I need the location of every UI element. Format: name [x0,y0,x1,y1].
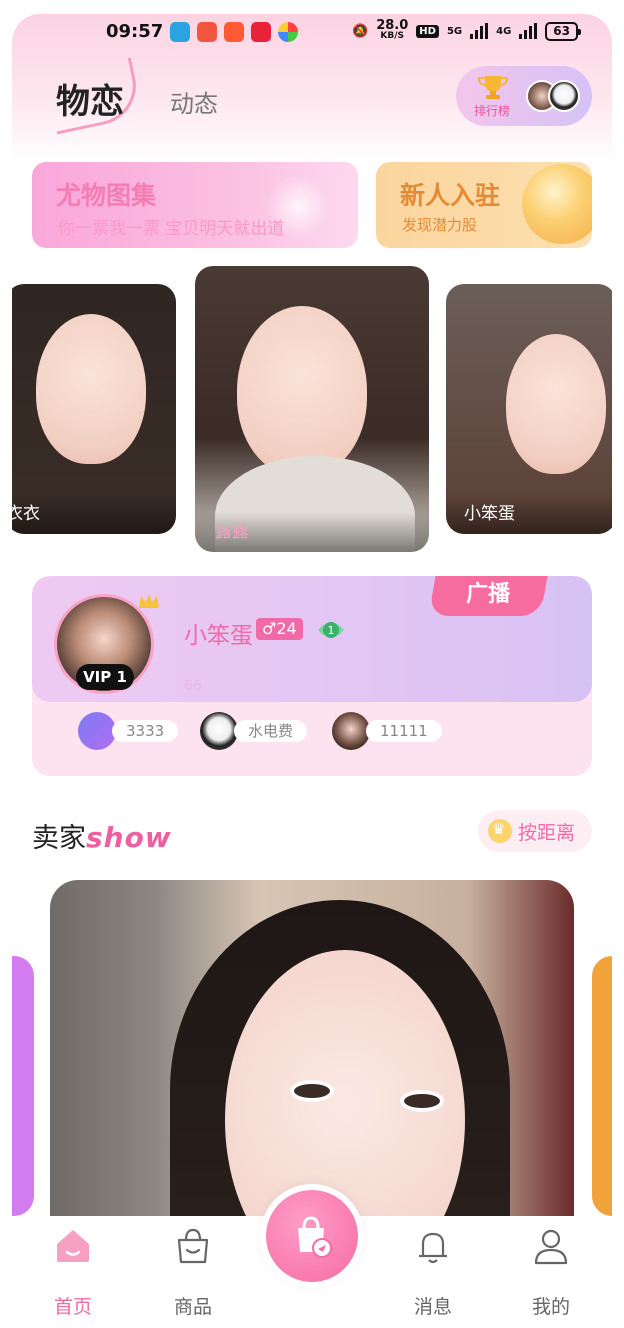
speed-value: 28.0 [376,18,409,33]
banner-subtitle: 你一票我一票 宝贝明天就出道 [58,219,285,239]
carousel-card-active[interactable]: 露露 [195,266,429,552]
gift-chip[interactable]: 水电费 [200,712,308,750]
nav-mine-label: 我的 [531,1296,570,1318]
section-title: 卖家show [32,816,172,855]
app-screen: 09:57 🔕 28.0 KB/S HD 5G 4G 63 物恋 动态 排行榜 … [12,14,612,1328]
crown-badge-icon [488,819,512,843]
publish-button-fill [266,1190,358,1282]
portrait-face [506,334,606,474]
home-icon [57,1230,89,1262]
avatar-panda [548,80,580,112]
gift-chip-label: 3333 [112,720,179,742]
svg-text:1: 1 [328,624,335,637]
broadcast-name: 小笨蛋 [184,623,253,649]
status-time: 09:57 [106,21,164,42]
nav-mine[interactable]: 我的 [506,1226,596,1319]
sort-by-distance-button[interactable]: 按距离 [478,810,592,852]
portrait-face [36,314,146,464]
tab-dongtai[interactable]: 动态 [170,84,218,119]
banner-photo-collection[interactable]: 尤物图集 你一票我一票 宝贝明天就出道 [32,162,358,248]
carousel-card[interactable]: 衣衣 [12,284,176,534]
card-name: 露露 [215,522,249,542]
shopping-bag-icon [177,1228,209,1264]
leaderboard-button[interactable]: 排行榜 [456,66,592,126]
orb-decoration [522,164,592,244]
section-title-text: 卖家 [32,823,86,854]
banner-subtitle: 发现潜力股 [402,216,478,234]
carousel-card[interactable]: 小笨蛋 [446,284,612,534]
music-icon [197,22,217,42]
level-badge-icon: 1 [318,622,344,638]
mute-icon: 🔕 [352,23,369,39]
nav-home[interactable]: 首页 [28,1226,118,1319]
net-4g-label: 4G [496,25,512,37]
speed-unit: KB/S [380,31,405,41]
user-icon [534,1229,568,1265]
gender-age-badge: ♂24 [256,618,303,640]
leaderboard-label: 排行榜 [474,104,511,118]
app-grid-icon [224,22,244,42]
broadcast-tag-label: 广播 [466,582,511,607]
battery-icon: 63 [545,21,581,41]
gift-chip[interactable]: 11111 [332,712,442,750]
vip-badge: VIP 1 [76,664,134,690]
trophy-icon [477,76,509,99]
shop-bag-send-icon [298,1216,332,1258]
side-card-right[interactable] [592,956,612,1216]
user-avatar-icon [332,712,370,750]
gift-chip-label: 水电费 [234,720,308,742]
network-speed: 28.0 KB/S [376,18,409,42]
telegram-icon [170,22,190,42]
video-icon [251,22,271,42]
banner-title: 尤物图集 [56,181,157,210]
nav-messages[interactable]: 消息 [388,1226,478,1319]
hd-badge: HD [416,24,439,38]
sort-label: 按距离 [518,821,576,844]
card-name: 衣衣 [12,504,40,524]
net-5g-label: 5G [446,25,463,37]
broadcast-card[interactable]: 广播 VIP 1 小笨蛋 ♂24 1 66 3333 水电费 11111 [32,576,592,776]
broadcast-tag: 广播 [428,576,548,616]
portrait-eye-left [290,1080,334,1102]
portrait-eye-right [400,1090,444,1112]
signal-icon [470,23,489,39]
section-title-accent: show [86,821,172,854]
broadcast-message: 66 [184,678,202,694]
gift-logo-icon [78,712,116,750]
signal-icon-2 [519,23,538,39]
banner-title: 新人入驻 [400,181,501,210]
nav-messages-label: 消息 [413,1296,452,1318]
side-card-left[interactable] [12,956,34,1216]
status-right: 🔕 28.0 KB/S HD 5G 4G 63 [352,18,581,42]
status-app-icons [170,22,298,42]
crown-icon [139,594,159,608]
color-wheel-icon [278,22,298,42]
portrait-face [237,306,367,476]
card-name: 小笨蛋 [464,504,515,524]
status-bar: 09:57 🔕 28.0 KB/S HD 5G 4G 63 [12,14,612,50]
tab-wulian[interactable]: 物恋 [56,74,124,123]
gift-chip-label: 11111 [366,720,442,742]
panda-avatar-icon [200,712,238,750]
bell-icon [419,1232,447,1264]
publish-button[interactable] [260,1184,364,1288]
nav-goods[interactable]: 商品 [148,1226,238,1319]
nav-goods-label: 商品 [173,1296,212,1318]
nav-home-label: 首页 [53,1296,92,1318]
gift-chip[interactable]: 3333 [78,712,179,750]
banner-newcomer[interactable]: 新人入驻 发现潜力股 [376,162,592,248]
